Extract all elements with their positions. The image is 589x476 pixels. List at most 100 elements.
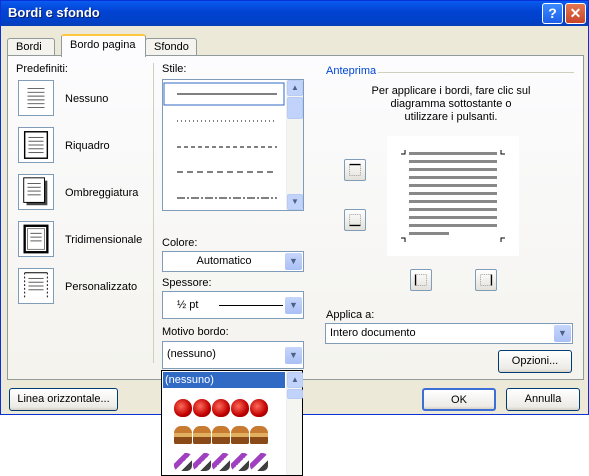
dialog-title: Bordi e sfondo bbox=[8, 5, 100, 20]
chevron-up-icon: ▲ bbox=[291, 83, 299, 92]
preview-instructions: Per applicare i bordi, fare clic sul dia… bbox=[326, 85, 576, 124]
candy-icon bbox=[231, 453, 249, 471]
preset-ombreggiatura-label[interactable]: Ombreggiatura bbox=[65, 187, 138, 199]
preset-riquadro-thumb[interactable] bbox=[18, 127, 54, 163]
preset-tridimensionale-thumb[interactable] bbox=[18, 221, 54, 257]
scroll-down-button[interactable]: ▼ bbox=[287, 194, 303, 210]
cupcake-icon bbox=[174, 426, 192, 444]
left-border-button[interactable] bbox=[410, 269, 432, 291]
preset-tridimensionale-label[interactable]: Tridimensionale bbox=[65, 234, 142, 246]
cancel-button-label: Annulla bbox=[524, 393, 562, 405]
instructions-line-3: utilizzare i pulsanti. bbox=[404, 111, 498, 123]
border-bottom-icon bbox=[349, 214, 361, 227]
column-divider bbox=[153, 63, 154, 363]
preview-diagram[interactable] bbox=[387, 136, 519, 256]
width-combo[interactable]: ½ pt ▼ bbox=[162, 291, 304, 319]
help-button[interactable]: ? bbox=[542, 3, 563, 24]
color-label: Colore: bbox=[162, 237, 198, 249]
scroll-up-button[interactable]: ▲ bbox=[287, 372, 303, 388]
chevron-down-icon: ▼ bbox=[291, 197, 299, 206]
apple-icon bbox=[212, 399, 230, 417]
border-left-icon bbox=[414, 274, 427, 286]
candy-icon bbox=[212, 453, 230, 471]
top-border-button[interactable] bbox=[344, 159, 366, 181]
right-border-button[interactable] bbox=[475, 269, 497, 291]
art-value: (nessuno) bbox=[167, 348, 216, 360]
preset-personalizzato-thumb[interactable] bbox=[18, 268, 54, 304]
candy-icon bbox=[250, 453, 268, 471]
options-button-label: Opzioni... bbox=[511, 355, 559, 367]
ok-button-label: OK bbox=[451, 394, 467, 406]
presets-heading: Predefiniti: bbox=[16, 63, 68, 75]
horizontal-line-button[interactable]: Linea orizzontale... bbox=[9, 388, 118, 411]
candy-icon bbox=[193, 453, 211, 471]
style-label: Stile: bbox=[162, 63, 187, 75]
preset-ombreggiatura-thumb[interactable] bbox=[18, 174, 54, 210]
options-button[interactable]: Opzioni... bbox=[498, 350, 572, 373]
page-box-icon bbox=[23, 131, 49, 159]
art-dropdown-list[interactable]: (nessuno) ▲ bbox=[161, 370, 303, 476]
apply-to-value: Intero documento bbox=[330, 327, 416, 339]
art-dropdown-scrollbar[interactable]: ▲ bbox=[286, 371, 303, 475]
instructions-line-1: Per applicare i bordi, fare clic sul bbox=[371, 85, 531, 97]
candy-icon bbox=[174, 453, 192, 471]
cupcake-icon bbox=[212, 426, 230, 444]
preset-nessuno-label[interactable]: Nessuno bbox=[65, 93, 108, 105]
cupcake-icon bbox=[193, 426, 211, 444]
style-scrollbar[interactable]: ▲ ▼ bbox=[286, 80, 303, 210]
tab-label: Bordi bbox=[16, 41, 42, 53]
preview-heading: Anteprima bbox=[326, 65, 377, 77]
close-button[interactable]: ✕ bbox=[565, 3, 586, 24]
scroll-thumb[interactable] bbox=[287, 389, 303, 399]
scroll-thumb[interactable] bbox=[287, 97, 303, 119]
apple-icon bbox=[250, 399, 268, 417]
apply-to-label: Applica a: bbox=[326, 309, 375, 321]
preset-personalizzato-label[interactable]: Personalizzato bbox=[65, 281, 137, 293]
style-listbox[interactable]: ▲ ▼ bbox=[162, 79, 304, 211]
close-icon: ✕ bbox=[569, 5, 582, 21]
cupcake-icon bbox=[250, 426, 268, 444]
instructions-line-2: diagramma sottostante o bbox=[390, 98, 512, 110]
width-value: ½ pt bbox=[177, 299, 199, 311]
art-label: Motivo bordo: bbox=[162, 326, 229, 338]
horizontal-line-label: Linea orizzontale... bbox=[17, 393, 110, 405]
apple-icon bbox=[193, 399, 211, 417]
question-mark-icon: ? bbox=[548, 5, 557, 21]
chevron-down-icon[interactable]: ▼ bbox=[285, 297, 302, 314]
scroll-up-button[interactable]: ▲ bbox=[287, 80, 303, 96]
page-shadow-icon bbox=[23, 177, 48, 206]
width-label: Spessore: bbox=[162, 277, 212, 289]
art-combo[interactable]: (nessuno) ▼ bbox=[162, 341, 304, 369]
apple-icon bbox=[174, 399, 192, 417]
chevron-down-icon[interactable]: ▼ bbox=[285, 347, 302, 364]
color-combo[interactable]: Automatico ▼ bbox=[162, 251, 304, 272]
preset-riquadro-label[interactable]: Riquadro bbox=[65, 140, 110, 152]
border-right-icon bbox=[480, 274, 493, 286]
preview-group-line bbox=[378, 72, 574, 73]
page-preview-icon bbox=[401, 150, 505, 242]
art-option-none[interactable]: (nessuno) bbox=[163, 372, 285, 388]
chevron-down-icon[interactable]: ▼ bbox=[285, 253, 302, 270]
art-option-cakes[interactable] bbox=[174, 426, 269, 447]
dialog-window: Bordi e sfondo ? ✕ Bordi Bordo pagina Sf… bbox=[0, 0, 589, 415]
cupcake-icon bbox=[231, 426, 249, 444]
cancel-button[interactable]: Annulla bbox=[506, 388, 580, 411]
preset-nessuno-thumb[interactable] bbox=[18, 80, 54, 116]
page-custom-icon bbox=[24, 272, 48, 300]
art-option-apples[interactable] bbox=[174, 399, 269, 420]
apple-icon bbox=[231, 399, 249, 417]
bottom-border-button[interactable] bbox=[344, 209, 366, 231]
line-styles-list bbox=[163, 82, 285, 199]
page-none-icon bbox=[27, 88, 45, 108]
art-option-candies[interactable] bbox=[174, 453, 269, 474]
chevron-up-icon: ▲ bbox=[291, 375, 299, 384]
tab-label: Bordo pagina bbox=[70, 39, 136, 51]
tab-label: Sfondo bbox=[154, 41, 189, 53]
tab-bordo-pagina[interactable]: Bordo pagina bbox=[61, 34, 146, 57]
ok-button[interactable]: OK bbox=[422, 388, 496, 411]
apply-to-combo[interactable]: Intero documento ▼ bbox=[325, 323, 573, 344]
chevron-down-icon[interactable]: ▼ bbox=[554, 325, 571, 342]
title-bar[interactable]: Bordi e sfondo ? ✕ bbox=[1, 1, 588, 26]
width-sample-line bbox=[219, 305, 283, 306]
color-value: Automatico bbox=[196, 255, 252, 267]
